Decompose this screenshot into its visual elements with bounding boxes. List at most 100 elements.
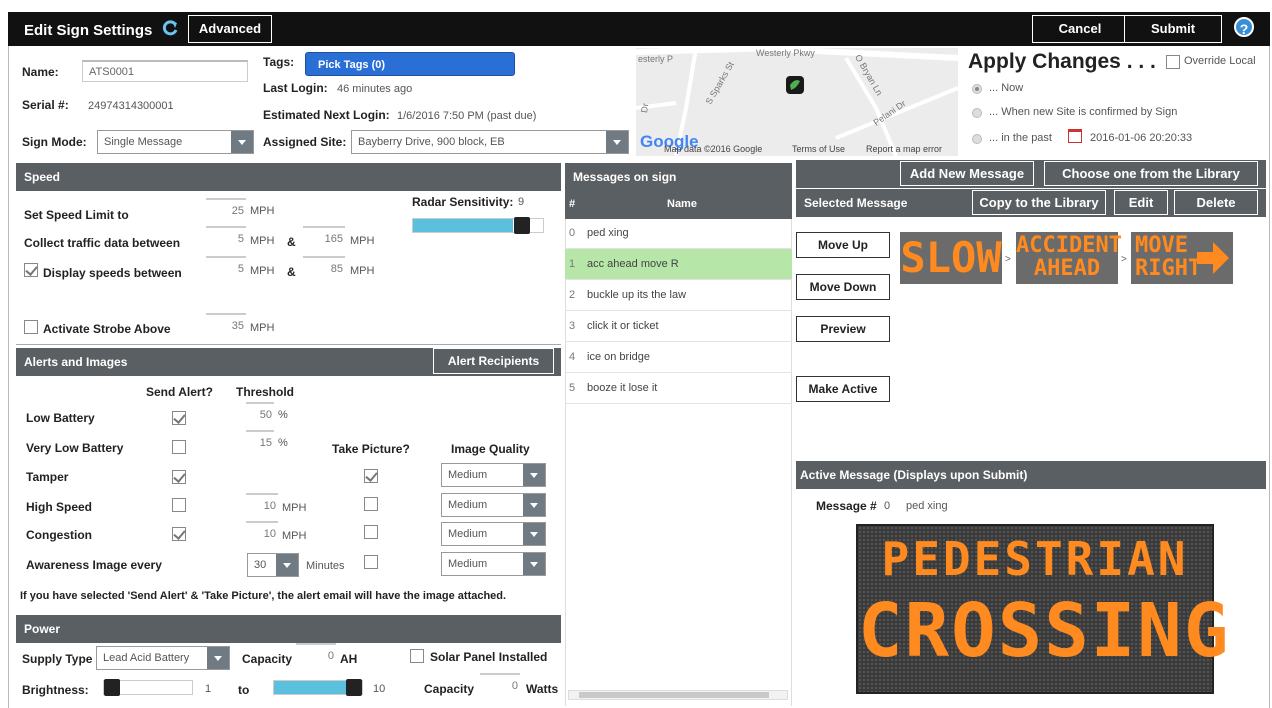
alert-row-label: Tamper	[26, 470, 69, 484]
take-picture-checkbox[interactable]	[364, 497, 378, 511]
assigned-site-select[interactable]: Bayberry Drive, 900 block, EB	[351, 130, 629, 154]
send-alert-checkbox[interactable]	[172, 440, 186, 454]
threshold-input[interactable]: 50	[246, 402, 274, 424]
brightness-max-slider[interactable]	[273, 679, 363, 696]
message-row-selected[interactable]: 1 acc ahead move R	[565, 249, 792, 280]
map-report-link[interactable]: Report a map error	[866, 144, 942, 154]
solar-panel-checkbox[interactable]	[410, 649, 424, 663]
capacity2-input[interactable]: 0	[480, 673, 520, 695]
message-name: ped xing	[587, 227, 629, 239]
submit-button[interactable]: Submit	[1124, 15, 1222, 43]
supply-type-select[interactable]: Lead Acid Battery	[96, 646, 230, 670]
message-name: click it or ticket	[587, 320, 659, 332]
copy-library-button[interactable]: Copy to the Library	[972, 190, 1106, 215]
take-picture-checkbox[interactable]	[364, 469, 378, 483]
frame-move-right[interactable]: MOVE RIGHT	[1131, 232, 1233, 284]
tags-label: Tags:	[263, 55, 295, 69]
alert-recipients-button[interactable]: Alert Recipients	[433, 348, 554, 374]
radar-slider-fill	[413, 219, 513, 232]
collect-min-input[interactable]: 5	[206, 226, 246, 248]
send-alert-checkbox[interactable]	[172, 498, 186, 512]
brightness-min-handle[interactable]	[104, 679, 120, 696]
serial-label: Serial #:	[22, 98, 69, 112]
apply-changes-title: Apply Changes . . .	[968, 50, 1156, 73]
capacity-input[interactable]: 0	[296, 643, 336, 665]
map-terms-link[interactable]: Terms of Use	[792, 144, 845, 154]
frame-accident-ahead[interactable]: ACCIDENT AHEAD	[1016, 232, 1122, 284]
add-new-message-button[interactable]: Add New Message	[900, 161, 1034, 186]
calendar-icon[interactable]	[1068, 129, 1082, 143]
active-sign-line1: PEDESTRIAN	[881, 532, 1189, 586]
move-up-button[interactable]: Move Up	[796, 232, 890, 258]
apply-confirmed-radio[interactable]	[972, 108, 982, 118]
assigned-site-value: Bayberry Drive, 900 block, EB	[358, 136, 505, 148]
chevron-down-icon	[523, 494, 545, 516]
radar-slider[interactable]	[412, 217, 544, 234]
send-alert-checkbox[interactable]	[172, 411, 186, 425]
threshold-input[interactable]: 10	[246, 493, 278, 515]
take-picture-col: Take Picture?	[332, 442, 410, 456]
pick-tags-button[interactable]: Pick Tags (0)	[305, 52, 515, 76]
take-picture-checkbox[interactable]	[364, 555, 378, 569]
location-pin-icon[interactable]	[786, 76, 804, 94]
collect-max-input[interactable]: 165	[303, 226, 345, 248]
brightness-max-handle[interactable]	[346, 679, 362, 696]
map-street-label: Westerly Pkwy	[756, 48, 815, 58]
choose-library-button[interactable]: Choose one from the Library	[1044, 161, 1258, 186]
activate-strobe-label: Activate Strobe Above	[43, 322, 171, 336]
frame-line: ACCIDENT	[1016, 233, 1122, 258]
map[interactable]: esterly P Westerly Pkwy S Sparks St O Br…	[636, 48, 958, 156]
image-quality-select[interactable]: Medium	[441, 552, 546, 576]
move-down-button[interactable]: Move Down	[796, 274, 890, 300]
message-row[interactable]: 2 buckle up its the law	[565, 280, 792, 311]
advanced-button[interactable]: Advanced	[188, 15, 272, 43]
last-login-label: Last Login:	[263, 81, 328, 95]
name-field[interactable]: ATS0001	[82, 60, 248, 82]
image-quality-select[interactable]: Medium	[441, 522, 546, 546]
activate-strobe-checkbox[interactable]	[24, 320, 38, 334]
message-row[interactable]: 5 booze it lose it	[565, 373, 792, 404]
apply-now-radio[interactable]	[972, 84, 982, 94]
brightness-min-slider[interactable]	[103, 679, 193, 696]
take-picture-checkbox[interactable]	[364, 525, 378, 539]
make-active-button[interactable]: Make Active	[796, 376, 890, 402]
radar-slider-handle[interactable]	[514, 217, 530, 234]
strobe-unit: MPH	[250, 322, 275, 334]
messages-horizontal-scrollbar[interactable]	[568, 690, 788, 700]
send-alert-checkbox[interactable]	[172, 470, 186, 484]
help-icon[interactable]: ?	[1234, 17, 1254, 37]
strobe-input[interactable]: 35	[206, 313, 246, 335]
awareness-interval-select[interactable]: 30	[247, 553, 299, 577]
message-name: acc ahead move R	[587, 258, 679, 270]
apply-past-radio[interactable]	[972, 134, 982, 144]
message-row[interactable]: 3 click it or ticket	[565, 311, 792, 342]
refresh-icon[interactable]	[160, 18, 180, 38]
frame-separator: >	[1005, 254, 1011, 265]
edit-button[interactable]: Edit	[1114, 190, 1168, 215]
threshold-input[interactable]: 15	[246, 430, 274, 452]
next-login-value: 1/6/2016 7:50 PM (past due)	[397, 110, 537, 122]
delete-button[interactable]: Delete	[1174, 190, 1258, 215]
scrollbar-thumb[interactable]	[579, 692, 769, 698]
override-local-label: Override Local	[1184, 55, 1256, 67]
message-row[interactable]: 4 ice on bridge	[565, 342, 792, 373]
capacity-unit: AH	[340, 652, 358, 666]
display-max-unit: MPH	[350, 265, 375, 277]
send-alert-checkbox[interactable]	[172, 527, 186, 541]
speed-limit-input[interactable]: 25	[206, 198, 246, 220]
image-quality-select[interactable]: Medium	[441, 463, 546, 487]
image-quality-select[interactable]: Medium	[441, 493, 546, 517]
frame-slow[interactable]: SLOW	[900, 232, 1002, 284]
override-local-checkbox[interactable]	[1166, 55, 1180, 69]
display-speeds-checkbox[interactable]	[24, 263, 38, 277]
cancel-button[interactable]: Cancel	[1032, 15, 1128, 43]
display-max-input[interactable]: 85	[303, 256, 345, 278]
threshold-input[interactable]: 10	[246, 521, 278, 543]
message-row[interactable]: 0 ped xing	[565, 218, 792, 249]
brightness-to: to	[238, 683, 250, 697]
sign-mode-select[interactable]: Single Message	[97, 130, 254, 154]
brightness-label: Brightness:	[22, 683, 89, 697]
chevron-down-icon	[523, 523, 545, 545]
display-min-input[interactable]: 5	[206, 256, 246, 278]
preview-button[interactable]: Preview	[796, 316, 890, 342]
